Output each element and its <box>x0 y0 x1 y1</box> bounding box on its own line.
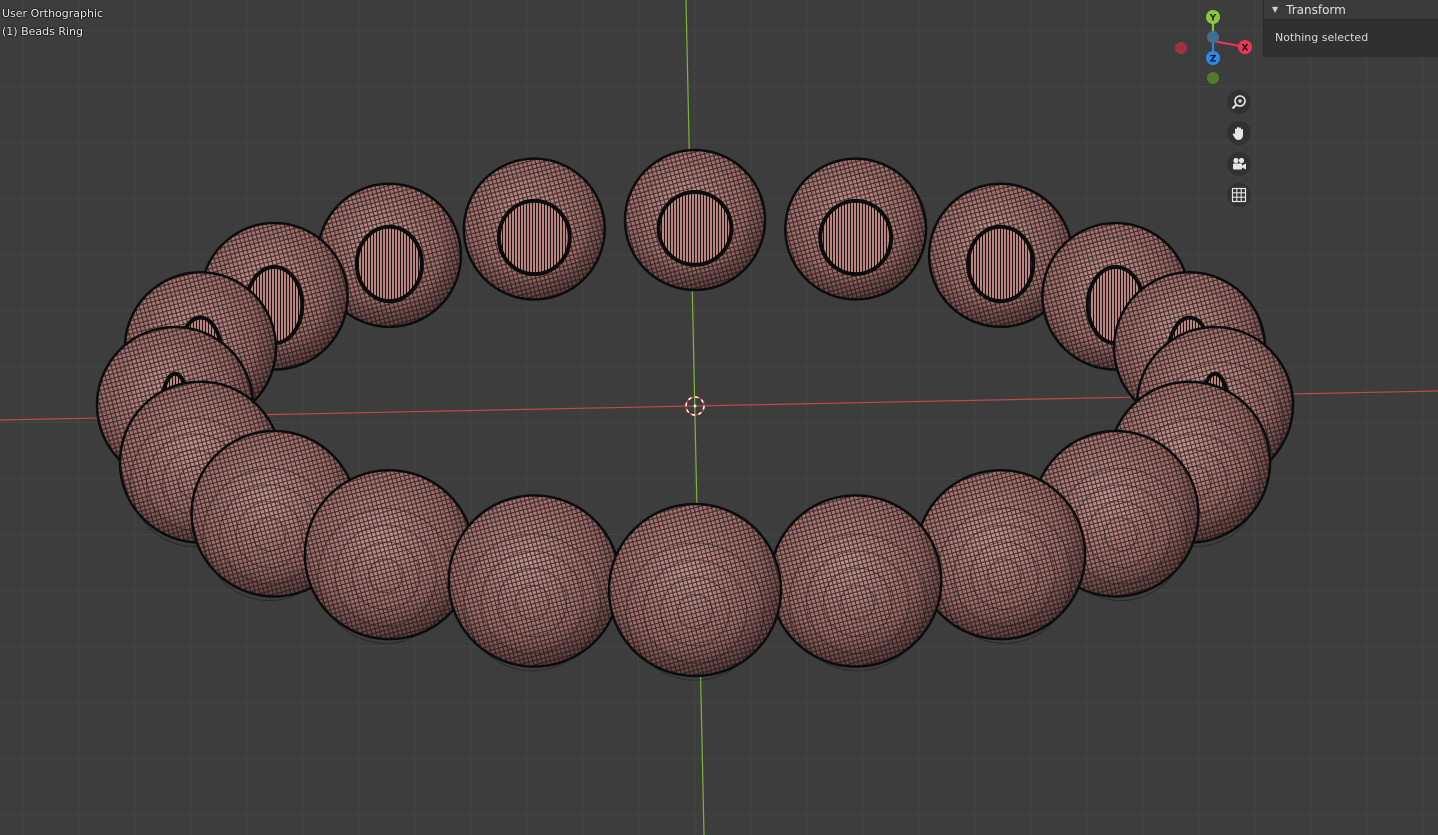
bead[interactable] <box>623 148 767 292</box>
camera-icon <box>1233 157 1246 170</box>
transform-panel-title: Transform <box>1286 2 1346 17</box>
bead[interactable] <box>447 494 622 672</box>
transform-panel-message: Nothing selected <box>1275 31 1369 44</box>
hand-pan-icon <box>1232 127 1243 140</box>
3d-viewport[interactable]: User Orthographic (1) Beads Ring X Y Z ▼… <box>0 0 1438 835</box>
view-name-label: User Orthographic <box>2 7 104 20</box>
y-axis-line <box>685 0 705 835</box>
bead[interactable] <box>303 468 476 644</box>
zoom-icon <box>1231 95 1246 110</box>
neg-x-axis-ball[interactable] <box>1175 42 1187 54</box>
bead[interactable] <box>462 157 606 301</box>
transform-panel-header[interactable]: ▼ Transform <box>1264 0 1438 20</box>
bead[interactable] <box>784 157 928 301</box>
active-object-label: (1) Beads Ring <box>2 25 83 38</box>
neg-y-axis-ball[interactable] <box>1207 72 1219 84</box>
y-axis-ball[interactable]: Y <box>1206 10 1220 24</box>
pan-button[interactable] <box>1227 121 1251 145</box>
svg-text:X: X <box>1242 44 1249 54</box>
grid-icon <box>1231 187 1247 203</box>
z-axis-ball[interactable]: Z <box>1206 51 1220 65</box>
bead[interactable] <box>607 502 783 681</box>
toggle-view-grid-button[interactable] <box>1227 183 1251 207</box>
navigation-gizmo[interactable]: X Y Z <box>1170 6 1260 88</box>
svg-text:Z: Z <box>1210 55 1217 65</box>
zoom-button[interactable] <box>1227 90 1251 114</box>
transform-panel: ▼ Transform Nothing selected <box>1263 0 1438 57</box>
neg-z-axis-ball[interactable] <box>1207 31 1219 43</box>
x-axis-ball[interactable]: X <box>1238 40 1252 54</box>
camera-view-button[interactable] <box>1227 152 1251 176</box>
svg-text:Y: Y <box>1209 14 1217 24</box>
bead[interactable] <box>768 494 943 672</box>
collapse-arrow-icon[interactable]: ▼ <box>1272 5 1278 14</box>
bead[interactable] <box>914 468 1087 644</box>
viewport-navigation-tools <box>1227 90 1253 214</box>
scene-canvas[interactable] <box>0 0 1438 835</box>
